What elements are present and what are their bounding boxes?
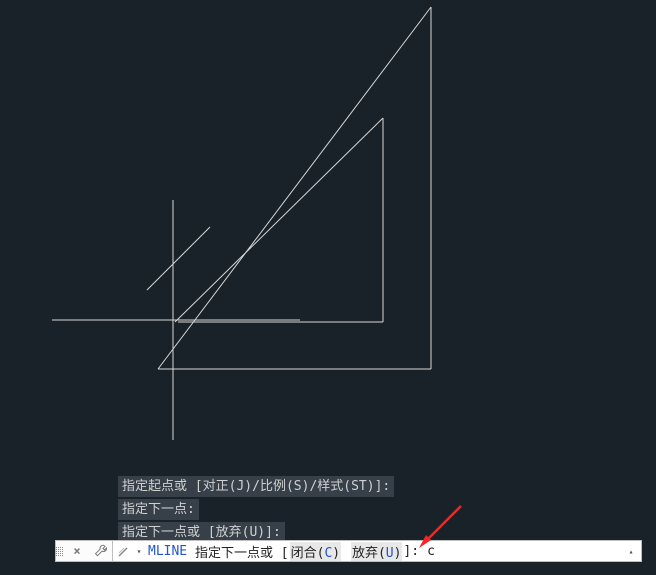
close-icon[interactable]: × bbox=[70, 541, 84, 561]
history-line: 指定下一点: bbox=[118, 499, 199, 520]
chevron-up-icon[interactable]: ▴ bbox=[625, 543, 637, 559]
chevron-down-icon[interactable]: ▾ bbox=[134, 542, 144, 560]
grip-icon[interactable] bbox=[56, 541, 64, 561]
history-line: 指定起点或 [对正(J)/比例(S)/样式(ST)]: bbox=[118, 476, 394, 497]
typed-value: c bbox=[427, 544, 435, 559]
option-close[interactable]: 闭合(C) bbox=[290, 542, 341, 561]
command-history: 指定起点或 [对正(J)/比例(S)/样式(ST)]: 指定下一点: 指定下一点… bbox=[118, 476, 394, 545]
command-prompt-icon bbox=[115, 542, 133, 560]
option-undo[interactable]: 放弃(U) bbox=[351, 542, 402, 561]
command-input[interactable]: ▾ MLINE 指定下一点或 [ 闭合(C) 放弃(U) ]: c ▴ bbox=[112, 540, 642, 562]
wrench-icon[interactable] bbox=[93, 541, 109, 561]
command-line-text: MLINE 指定下一点或 [ 闭合(C) 放弃(U) ]: c bbox=[148, 542, 435, 561]
command-name: MLINE bbox=[148, 544, 187, 559]
drawing-canvas[interactable] bbox=[0, 0, 656, 475]
